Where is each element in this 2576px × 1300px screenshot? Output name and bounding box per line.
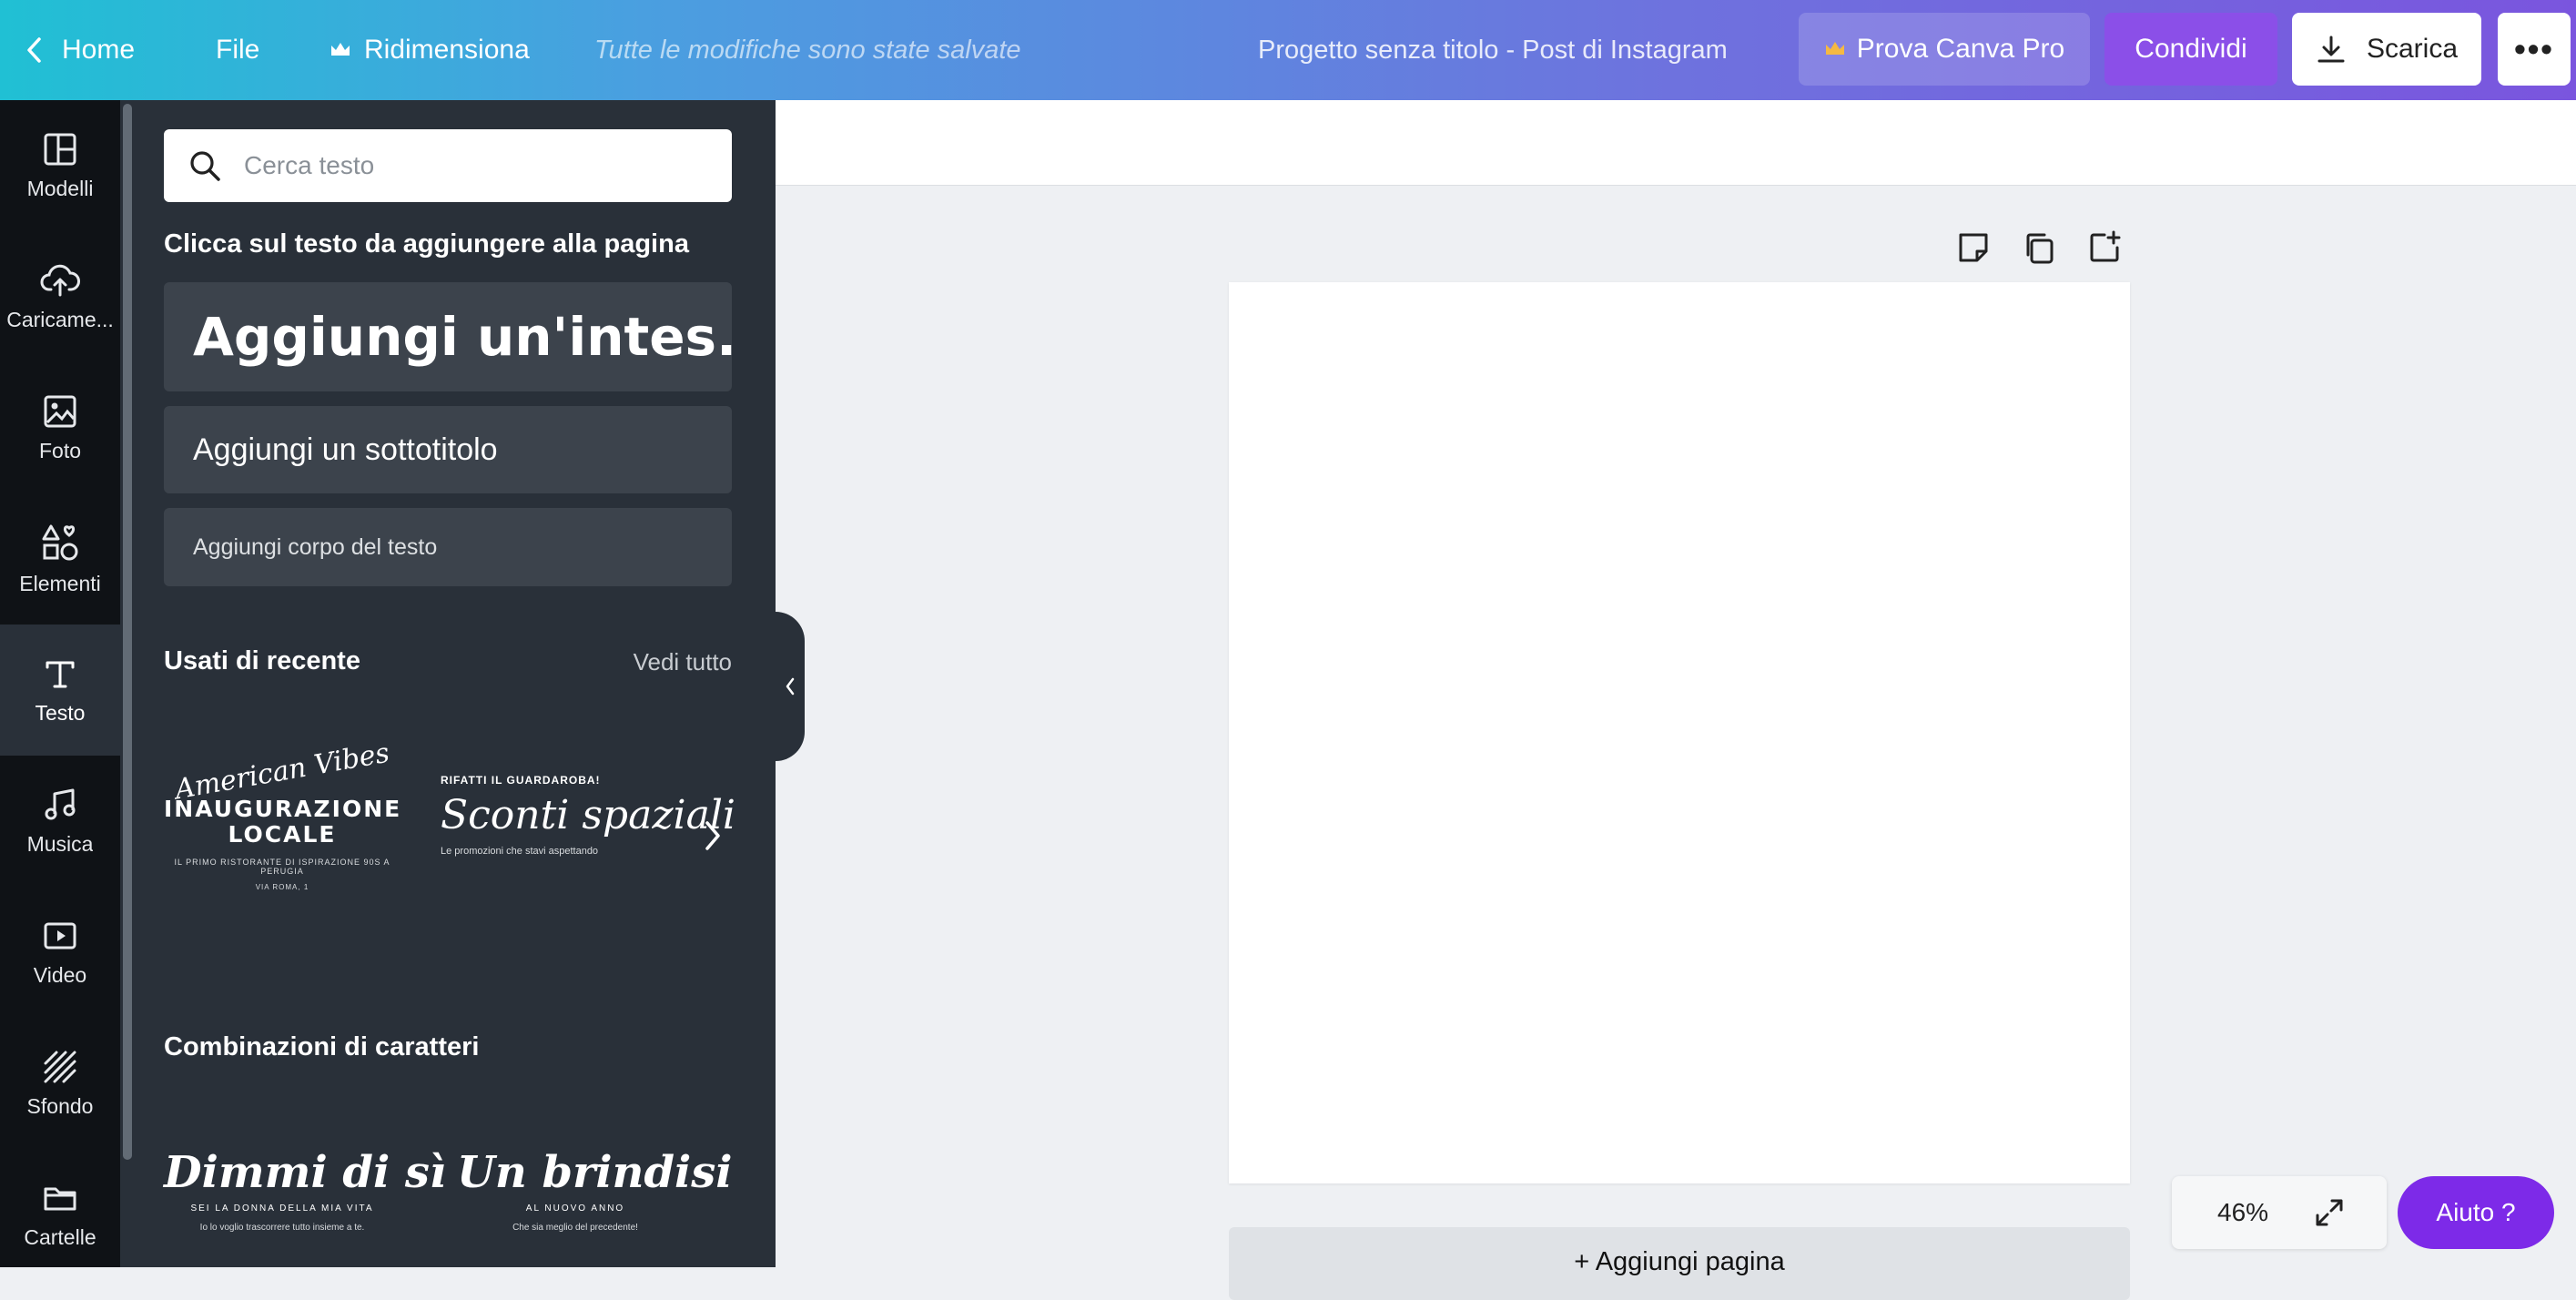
- download-label: Scarica: [2366, 34, 2459, 64]
- top-bar: Home File Ridimensiona Tutte le modifich…: [0, 0, 2576, 100]
- folder-icon: [44, 1187, 76, 1210]
- text-icon: [46, 661, 75, 687]
- template-small-text: VIA ROMA, 1: [255, 883, 309, 891]
- search-icon: [190, 151, 220, 181]
- rail-label: Sfondo: [26, 1093, 94, 1118]
- rail-item-modelli[interactable]: Modelli: [0, 100, 120, 231]
- template-small-text: Che sia meglio del precedente!: [512, 1223, 638, 1233]
- duplicate-page-icon[interactable]: [2021, 229, 2057, 266]
- template-script-text: Dimmi di sì: [164, 1147, 447, 1198]
- context-toolbar: [776, 100, 2576, 186]
- resize-button[interactable]: Ridimensiona: [330, 0, 530, 100]
- scrollbar-thumb[interactable]: [123, 104, 132, 1160]
- recent-template-sconti[interactable]: RIFATTI IL GUARDAROBA! Sconti spaziali L…: [441, 774, 735, 947]
- text-panel: Clicca sul testo da aggiungere alla pagi…: [120, 100, 776, 1267]
- rail-item-sfondo[interactable]: Sfondo: [0, 1018, 120, 1149]
- template-small-text: Le promozioni che stavi aspettando: [441, 846, 599, 857]
- image-icon: [44, 395, 76, 427]
- rail-label: Video: [33, 962, 87, 987]
- chevron-left-icon: [27, 37, 41, 63]
- rail-item-cartelle[interactable]: Cartelle: [0, 1149, 120, 1280]
- rail-item-foto[interactable]: Foto: [0, 362, 120, 493]
- rail-item-video[interactable]: Video: [0, 887, 120, 1018]
- file-menu[interactable]: File: [216, 0, 259, 100]
- collapse-panel-handle[interactable]: [776, 612, 805, 761]
- rail-item-musica[interactable]: Musica: [0, 756, 120, 887]
- zoom-level[interactable]: 46%: [2217, 1198, 2268, 1227]
- share-button[interactable]: Condividi: [2104, 13, 2277, 86]
- download-icon: [2317, 36, 2345, 63]
- shapes-icon: [42, 524, 78, 560]
- rail-label: Caricame...: [6, 307, 114, 331]
- share-label: Condividi: [2135, 34, 2247, 64]
- see-all-link[interactable]: Vedi tutto: [634, 648, 732, 676]
- search-input[interactable]: [242, 150, 697, 181]
- add-heading-button[interactable]: Aggiungi un'intes...: [164, 282, 732, 391]
- template-main-line: LOCALE: [228, 820, 337, 848]
- recent-section-title: Usati di recente: [164, 646, 360, 675]
- add-text-hint: Clicca sul testo da aggiungere alla pagi…: [164, 229, 689, 259]
- more-options-button[interactable]: •••: [2498, 13, 2571, 86]
- add-body-text-button[interactable]: Aggiungi corpo del testo: [164, 508, 732, 586]
- home-label: Home: [62, 35, 136, 65]
- rail-label: Elementi: [19, 571, 101, 595]
- template-small-text: Io lo voglio trascorrere tutto insieme a…: [199, 1223, 365, 1233]
- file-label: File: [216, 35, 260, 65]
- music-icon: [45, 788, 76, 819]
- template-small-text: SEI LA DONNA DELLA MIA VITA: [190, 1204, 374, 1214]
- rail-item-elementi[interactable]: Elementi: [0, 493, 120, 625]
- try-pro-button[interactable]: Prova Canva Pro: [1799, 13, 2090, 86]
- crown-icon: [331, 43, 350, 56]
- rail-item-testo[interactable]: Testo: [0, 625, 120, 756]
- try-pro-label: Prova Canva Pro: [1856, 34, 2065, 64]
- template-small-text: AL NUOVO ANNO: [525, 1204, 625, 1214]
- add-page-button[interactable]: + Aggiungi pagina: [1229, 1227, 2130, 1300]
- add-subtitle-button[interactable]: Aggiungi un sottotitolo: [164, 406, 732, 493]
- zoom-control[interactable]: 46%: [2172, 1176, 2387, 1249]
- combo-template-dimmi[interactable]: Dimmi di sì SEI LA DONNA DELLA MIA VITA …: [164, 1147, 447, 1267]
- note-icon[interactable]: [1955, 229, 1992, 266]
- rail-label: Cartelle: [24, 1224, 96, 1249]
- rail-label: Testo: [35, 700, 86, 725]
- rail-label: Foto: [38, 438, 82, 462]
- design-page[interactable]: [1229, 282, 2130, 1183]
- layout-icon: [44, 133, 76, 165]
- recent-template-inaugurazione[interactable]: American Vibes INAUGURAZIONE LOCALE IL P…: [164, 737, 401, 929]
- save-status: Tutte le modifiche sono state salvate: [594, 35, 1021, 65]
- rail-item-uploads[interactable]: Caricame...: [0, 231, 120, 362]
- chevron-right-icon[interactable]: [703, 819, 723, 852]
- template-script-text: Sconti spaziali: [441, 792, 735, 838]
- download-button[interactable]: Scarica: [2292, 13, 2481, 86]
- chevron-left-icon: [786, 677, 795, 696]
- background-icon: [44, 1051, 76, 1082]
- rail-label: Musica: [26, 831, 94, 856]
- search-box[interactable]: [164, 129, 732, 202]
- video-icon: [44, 922, 76, 949]
- crown-icon: [1825, 42, 1844, 55]
- help-button[interactable]: Aiuto ?: [2398, 1176, 2554, 1249]
- template-script-text: Un brindisi: [457, 1147, 733, 1198]
- resize-label: Ridimensiona: [364, 35, 530, 65]
- cloud-upload-icon: [40, 264, 80, 296]
- combo-template-brindisi[interactable]: Un brindisi AL NUOVO ANNO Che sia meglio…: [457, 1147, 733, 1267]
- panel-scrollbar[interactable]: [120, 100, 135, 1267]
- font-combos-title: Combinazioni di caratteri: [164, 1032, 480, 1061]
- add-page-icon[interactable]: [2086, 229, 2123, 266]
- template-small-text: IL PRIMO RISTORANTE DI ISPIRAZIONE 90S A…: [174, 858, 390, 876]
- expand-icon[interactable]: [2314, 1197, 2345, 1228]
- home-button[interactable]: Home: [25, 0, 135, 100]
- template-top-text: RIFATTI IL GUARDAROBA!: [441, 774, 601, 787]
- rail-label: Modelli: [26, 176, 94, 200]
- document-title[interactable]: Progetto senza titolo - Post di Instagra…: [1258, 0, 1728, 100]
- left-rail: Modelli Caricame... Foto Elementi Testo …: [0, 100, 120, 1267]
